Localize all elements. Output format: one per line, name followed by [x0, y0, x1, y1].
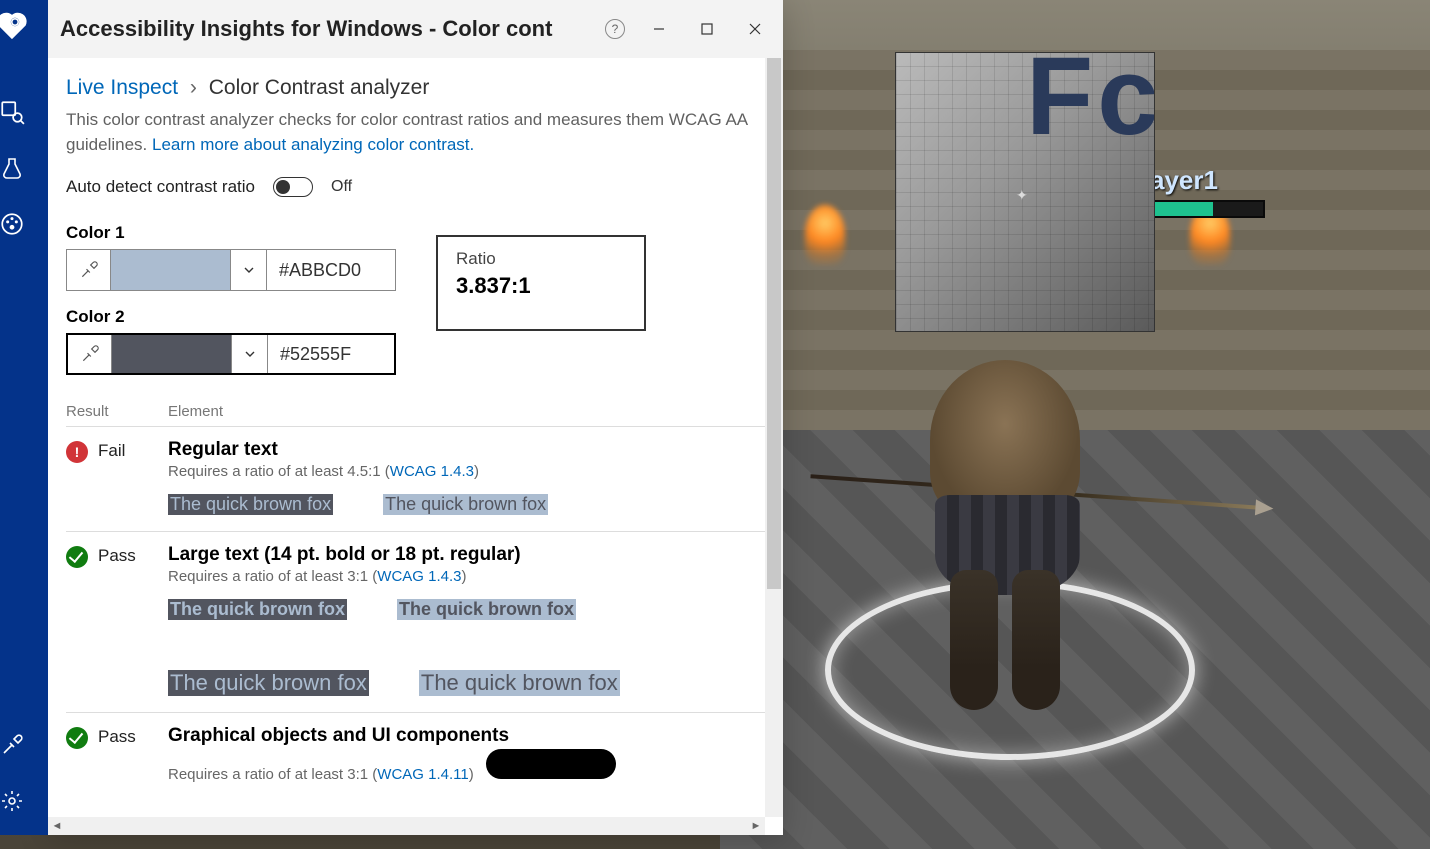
- result-row: Pass Graphical objects and UI components…: [66, 712, 767, 799]
- color1-swatch[interactable]: [111, 250, 231, 290]
- crosshair-icon: ✦: [1016, 187, 1028, 204]
- color2-eyedropper-button[interactable]: [68, 335, 112, 373]
- horizontal-scrollbar[interactable]: ◄ ►: [48, 817, 765, 835]
- sample-text: The quick brown fox: [168, 494, 333, 515]
- ratio-label: Ratio: [456, 249, 626, 269]
- results-header-row: Result Element: [66, 403, 767, 426]
- auto-detect-toggle[interactable]: [273, 177, 313, 197]
- color2-swatch[interactable]: [112, 335, 232, 373]
- torch-icon: [805, 205, 845, 265]
- breadcrumb-current: Color Contrast analyzer: [209, 76, 430, 99]
- result-status: Pass: [98, 546, 136, 566]
- wcag-link[interactable]: WCAG 1.4.11: [377, 766, 468, 783]
- sidebar-item-settings[interactable]: [0, 779, 34, 823]
- result-requirement: Requires a ratio of at least 4.5:1 (WCAG…: [168, 463, 767, 480]
- header-result: Result: [66, 403, 168, 420]
- color2-dropdown-button[interactable]: [232, 335, 268, 373]
- result-requirement: Requires a ratio of at least 3:1 (WCAG 1…: [168, 568, 767, 585]
- auto-detect-row: Auto detect contrast ratio Off: [66, 177, 767, 197]
- header-element: Element: [168, 403, 767, 420]
- result-status: Pass: [98, 727, 136, 747]
- sidebar-item-test[interactable]: [0, 146, 34, 190]
- pass-icon: [66, 727, 88, 749]
- result-element-name: Regular text: [168, 439, 767, 461]
- color2-block: Color 2 #52555F: [66, 307, 396, 375]
- description-text: This color contrast analyzer checks for …: [66, 108, 767, 157]
- maximize-button[interactable]: [687, 14, 727, 44]
- auto-detect-label: Auto detect contrast ratio: [66, 177, 255, 197]
- color1-label: Color 1: [66, 223, 396, 243]
- player-health-bar: [1150, 200, 1265, 218]
- content-area: Live Inspect › Color Contrast analyzer T…: [48, 58, 783, 835]
- result-element-name: Graphical objects and UI components: [168, 725, 767, 747]
- results-table: Result Element ! Fail Regular text Requi…: [66, 403, 767, 799]
- result-row: Pass Large text (14 pt. bold or 18 pt. r…: [66, 531, 767, 712]
- help-icon[interactable]: ?: [605, 19, 625, 39]
- ratio-box: Ratio 3.837:1: [436, 235, 646, 331]
- player-hud: ayer1: [1150, 165, 1265, 218]
- player-character: [880, 320, 1130, 710]
- breadcrumb: Live Inspect › Color Contrast analyzer: [66, 76, 767, 100]
- color1-picker: #ABBCD0: [66, 249, 396, 291]
- sample-text: The quick brown fox: [168, 670, 369, 696]
- sample-text: The quick brown fox: [383, 494, 548, 515]
- result-status: Fail: [98, 441, 125, 461]
- redacted-pill: [486, 749, 616, 779]
- sidebar-item-inspect[interactable]: [0, 90, 34, 134]
- window-title: Accessibility Insights for Windows - Col…: [60, 16, 599, 42]
- color1-hex-input[interactable]: #ABBCD0: [267, 250, 393, 290]
- app-window: Accessibility Insights for Windows - Col…: [48, 0, 783, 835]
- result-row: ! Fail Regular text Requires a ratio of …: [66, 426, 767, 531]
- result-element-name: Large text (14 pt. bold or 18 pt. regula…: [168, 544, 767, 566]
- auto-detect-state: Off: [331, 178, 352, 196]
- pass-icon: [66, 546, 88, 568]
- sample-text: The quick brown fox: [397, 599, 576, 620]
- color2-picker: #52555F: [66, 333, 396, 375]
- fail-icon: !: [66, 441, 88, 463]
- scroll-left-arrow-icon[interactable]: ◄: [48, 820, 66, 832]
- magnified-text: Fc: [1026, 52, 1155, 160]
- result-requirement: Requires a ratio of at least 3:1 (WCAG 1…: [168, 749, 767, 783]
- sample-text: The quick brown fox: [168, 599, 347, 620]
- breadcrumb-root-link[interactable]: Live Inspect: [66, 76, 178, 99]
- color2-label: Color 2: [66, 307, 396, 327]
- ratio-value: 3.837:1: [456, 273, 626, 299]
- color1-dropdown-button[interactable]: [231, 250, 267, 290]
- learn-more-link[interactable]: Learn more about analyzing color contras…: [152, 135, 474, 154]
- minimize-button[interactable]: [639, 14, 679, 44]
- color1-block: Color 1 #ABBCD0: [66, 223, 396, 291]
- wcag-link[interactable]: WCAG 1.4.3: [390, 463, 474, 480]
- sidebar-item-eyedropper[interactable]: [0, 723, 34, 767]
- app-logo-icon: [0, 10, 29, 40]
- wcag-link[interactable]: WCAG 1.4.3: [377, 568, 461, 585]
- player-name-label: ayer1: [1150, 165, 1265, 196]
- sidebar-item-color-contrast[interactable]: [0, 202, 34, 246]
- pixel-magnifier: Fc ✦: [895, 52, 1155, 332]
- color1-eyedropper-button[interactable]: [67, 250, 111, 290]
- vertical-scrollbar[interactable]: [765, 58, 783, 817]
- scroll-right-arrow-icon[interactable]: ►: [747, 820, 765, 832]
- color2-hex-input[interactable]: #52555F: [268, 335, 394, 373]
- close-button[interactable]: [735, 14, 775, 44]
- titlebar: Accessibility Insights for Windows - Col…: [48, 0, 783, 58]
- sidebar: [0, 0, 48, 835]
- sample-text: The quick brown fox: [419, 670, 620, 696]
- chevron-right-icon: ›: [190, 76, 197, 99]
